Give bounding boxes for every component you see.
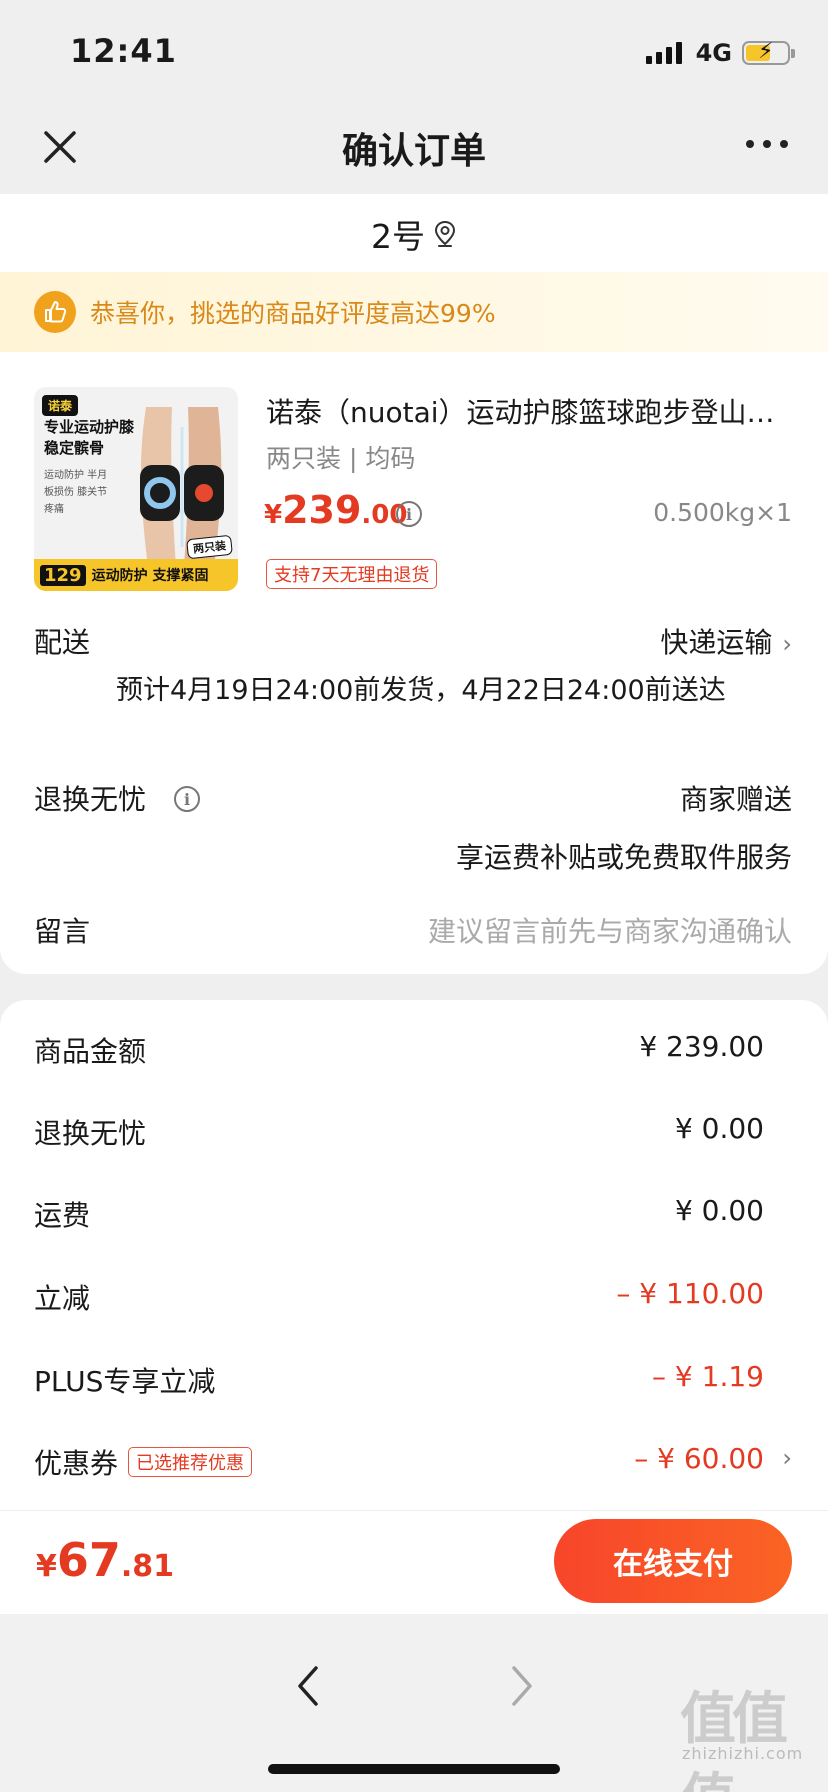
summary-label: 运费 — [34, 1199, 91, 1232]
product-spec: 两只装 | 均码 — [266, 444, 416, 473]
return-policy-tag: 支持7天无理由退货 — [266, 559, 438, 589]
order-card: 2号 恭喜你，挑选的商品好评度高达99% 诺泰 专业运动护膝 稳定髌骨 运动防护… — [0, 194, 828, 974]
summary-label: 退换无忧 — [34, 1117, 147, 1150]
product-quantity: 0.500kg×1 — [653, 498, 792, 527]
forward-arrow-icon[interactable] — [504, 1662, 540, 1710]
coupon-label-group: 优惠券 已选推荐优惠 — [34, 1442, 253, 1482]
summary-value: – ¥ 60.00 — [634, 1442, 764, 1475]
location-pin-icon — [434, 220, 456, 247]
summary-row-plus: PLUS专享立减 – ¥ 1.19 — [0, 1350, 828, 1410]
praise-text: 恭喜你，挑选的商品好评度高达99% — [90, 299, 496, 328]
message-input[interactable]: 建议留言前先与商家沟通确认 — [428, 910, 792, 950]
pay-bar: ¥ 67 .81 在线支付 — [0, 1510, 828, 1614]
returns-value: 商家赠送 — [679, 783, 792, 816]
more-icon[interactable] — [746, 140, 788, 148]
summary-label: PLUS专享立减 — [34, 1365, 216, 1398]
shipping-label: 配送 — [34, 626, 91, 659]
summary-value: ¥ 0.00 — [674, 1112, 764, 1145]
summary-value: – ¥ 110.00 — [616, 1277, 764, 1310]
summary-label: 商品金额 — [34, 1035, 147, 1068]
battery-icon: ⚡ — [742, 39, 795, 65]
praise-banner: 恭喜你，挑选的商品好评度高达99% — [0, 272, 828, 352]
summary-row-returns: 退换无忧 ¥ 0.00 — [0, 1102, 828, 1162]
page-title: 确认订单 — [341, 131, 486, 172]
chevron-right-icon: › — [782, 630, 792, 658]
returns-info-icon[interactable]: i — [174, 786, 200, 812]
product-title[interactable]: 诺泰（nuotai）运动护膝篮球跑步登山骑行护膝 — [266, 391, 796, 431]
signal-icon — [645, 42, 682, 64]
summary-row-coupon[interactable]: 优惠券 已选推荐优惠 – ¥ 60.00 › — [0, 1432, 828, 1492]
returns-label: 退换无忧 — [34, 783, 147, 816]
returns-subtext: 享运费补贴或免费取件服务 — [455, 841, 792, 874]
product-price: ¥ 239 .00 — [264, 488, 407, 532]
summary-value: ¥ 0.00 — [674, 1194, 764, 1227]
watermark-logo: 值值值 — [680, 1687, 788, 1792]
summary-label: 立减 — [34, 1282, 91, 1315]
chevron-right-icon: › — [782, 1444, 792, 1472]
product-image-price: 129 — [40, 564, 86, 586]
watermark-text: zhizhizhi.com — [682, 1744, 804, 1763]
shipping-method-label: 快递运输 — [660, 626, 773, 659]
message-label: 留言 — [34, 915, 91, 948]
summary-row-goods: 商品金额 ¥ 239.00 — [0, 1020, 828, 1080]
total-currency: ¥ — [36, 1549, 57, 1584]
summary-label: 优惠券 — [34, 1447, 119, 1480]
product-image-brand: 诺泰 — [42, 395, 79, 416]
thumbs-up-icon — [34, 291, 76, 333]
price-info-icon[interactable]: i — [396, 501, 422, 527]
summary-row-shipping: 运费 ¥ 0.00 — [0, 1184, 828, 1244]
address-label: 2号 — [371, 217, 425, 256]
home-indicator[interactable] — [268, 1764, 560, 1774]
product-image[interactable]: 诺泰 专业运动护膝 稳定髌骨 运动防护 半月板损伤 膝关节疼痛 两只装 129 … — [34, 387, 238, 591]
price-summary: 商品金额 ¥ 239.00 退换无忧 ¥ 0.00 运费 ¥ 0.00 立减 –… — [0, 1000, 828, 1510]
summary-value: ¥ 239.00 — [639, 1030, 764, 1063]
nav-bar: 确认订单 — [0, 100, 828, 194]
shipping-estimate: 预计4月19日24:00前发货，4月22日24:00前送达 — [116, 675, 726, 706]
summary-value: – ¥ 1.19 — [652, 1360, 764, 1393]
coupon-tag: 已选推荐优惠 — [128, 1447, 253, 1477]
status-indicators: 4G ⚡ — [645, 38, 795, 68]
total-price: ¥ 67 .81 — [36, 1533, 174, 1587]
pay-online-button[interactable]: 在线支付 — [554, 1519, 792, 1603]
summary-row-discount: 立减 – ¥ 110.00 — [0, 1267, 828, 1327]
status-bar: 12:41 4G ⚡ — [0, 0, 828, 100]
status-time: 12:41 — [70, 32, 177, 70]
price-currency: ¥ — [264, 500, 283, 530]
product-image-footer: 129 运动防护 支撑紧固 — [34, 559, 238, 591]
address-selector[interactable]: 2号 — [0, 210, 828, 258]
price-integer: 239 — [282, 488, 362, 532]
total-integer: 67 — [56, 1533, 121, 1587]
shipping-method[interactable]: 快递运输 › — [660, 621, 792, 661]
product-image-features: 运动防护 半月板损伤 膝关节疼痛 — [44, 470, 108, 515]
product-image-slogan: 运动防护 支撑紧固 — [91, 568, 209, 584]
network-type: 4G — [695, 39, 732, 67]
total-decimal: .81 — [120, 1549, 175, 1584]
back-arrow-icon[interactable] — [290, 1662, 326, 1710]
browser-toolbar: 值值值 zhizhizhi.com — [0, 1614, 828, 1792]
